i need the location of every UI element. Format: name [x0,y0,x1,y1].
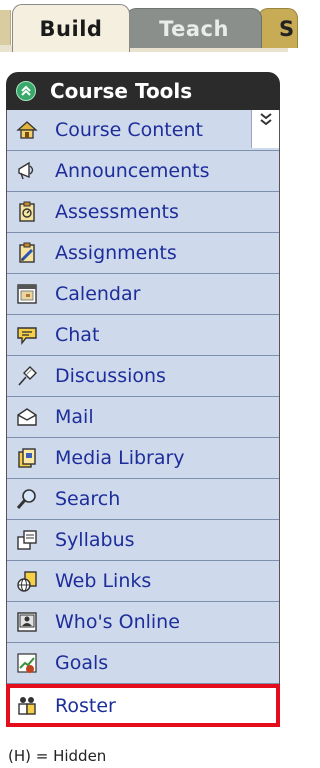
tool-label: Assessments [55,201,179,223]
tool-label: Search [55,488,121,510]
who-online-icon [17,612,37,632]
tool-discussions[interactable]: Discussions [7,356,279,397]
tool-label: Goals [55,652,109,674]
tool-label: Calendar [55,283,141,305]
tool-mail[interactable]: Mail [7,397,279,438]
speech-bubble-icon [17,327,37,345]
tool-roster[interactable]: Roster [6,684,280,727]
tool-web-links[interactable]: Web Links [7,561,279,602]
clipboard-pencil-icon [19,242,35,263]
tool-assessments[interactable]: Assessments [7,192,279,233]
media-library-icon [18,448,36,468]
tool-label: Assignments [55,242,177,264]
tool-course-content[interactable]: Course Content [7,110,279,151]
course-tools-list: Course Content Announcements Assessments… [6,110,280,727]
pushpin-icon [18,366,37,386]
tab-bar: Build Teach S [0,0,298,52]
megaphone-icon [18,161,34,180]
tool-whos-online[interactable]: Who's Online [7,602,279,643]
globe-link-icon [17,571,37,592]
tool-syllabus[interactable]: Syllabus [7,520,279,561]
collapse-section-icon[interactable] [16,81,36,101]
tool-assignments[interactable]: Assignments [7,233,279,274]
course-tools-header[interactable]: Course Tools [6,72,280,110]
syllabus-icon [17,530,37,550]
tool-chat[interactable]: Chat [7,315,279,356]
calendar-icon [17,284,37,304]
tool-label: Discussions [55,365,166,387]
envelope-icon [17,408,37,426]
tab-build[interactable]: Build [12,4,130,52]
tool-label: Media Library [55,447,185,469]
hidden-legend: (H) = Hidden [8,747,107,765]
tool-label: Web Links [55,570,152,592]
double-chevron-down-icon [259,113,272,126]
course-tools-panel: Course Tools Course Content Announcement… [6,72,280,727]
tool-label: Mail [55,406,94,428]
tool-label: Announcements [55,160,210,182]
tool-goals[interactable]: Goals [7,643,279,684]
tool-label: Who's Online [55,611,180,633]
clipboard-check-icon [19,201,35,222]
tab-teach[interactable]: Teach [126,8,262,48]
roster-icon [18,696,36,715]
tool-label: Syllabus [55,529,135,551]
tool-media-library[interactable]: Media Library [7,438,279,479]
magnifier-icon [16,489,36,509]
tool-announcements[interactable]: Announcements [7,151,279,192]
tool-label: Course Content [55,119,203,141]
tool-calendar[interactable]: Calendar [7,274,279,315]
tool-label: Chat [55,324,100,346]
collapse-list-button[interactable] [251,110,279,148]
tab-left-edge [0,10,11,46]
course-tools-title: Course Tools [50,79,193,103]
goals-icon [17,653,37,673]
house-icon [16,121,38,139]
tool-label: Roster [55,694,116,717]
tab-more[interactable]: S [258,8,298,48]
tool-search[interactable]: Search [7,479,279,520]
